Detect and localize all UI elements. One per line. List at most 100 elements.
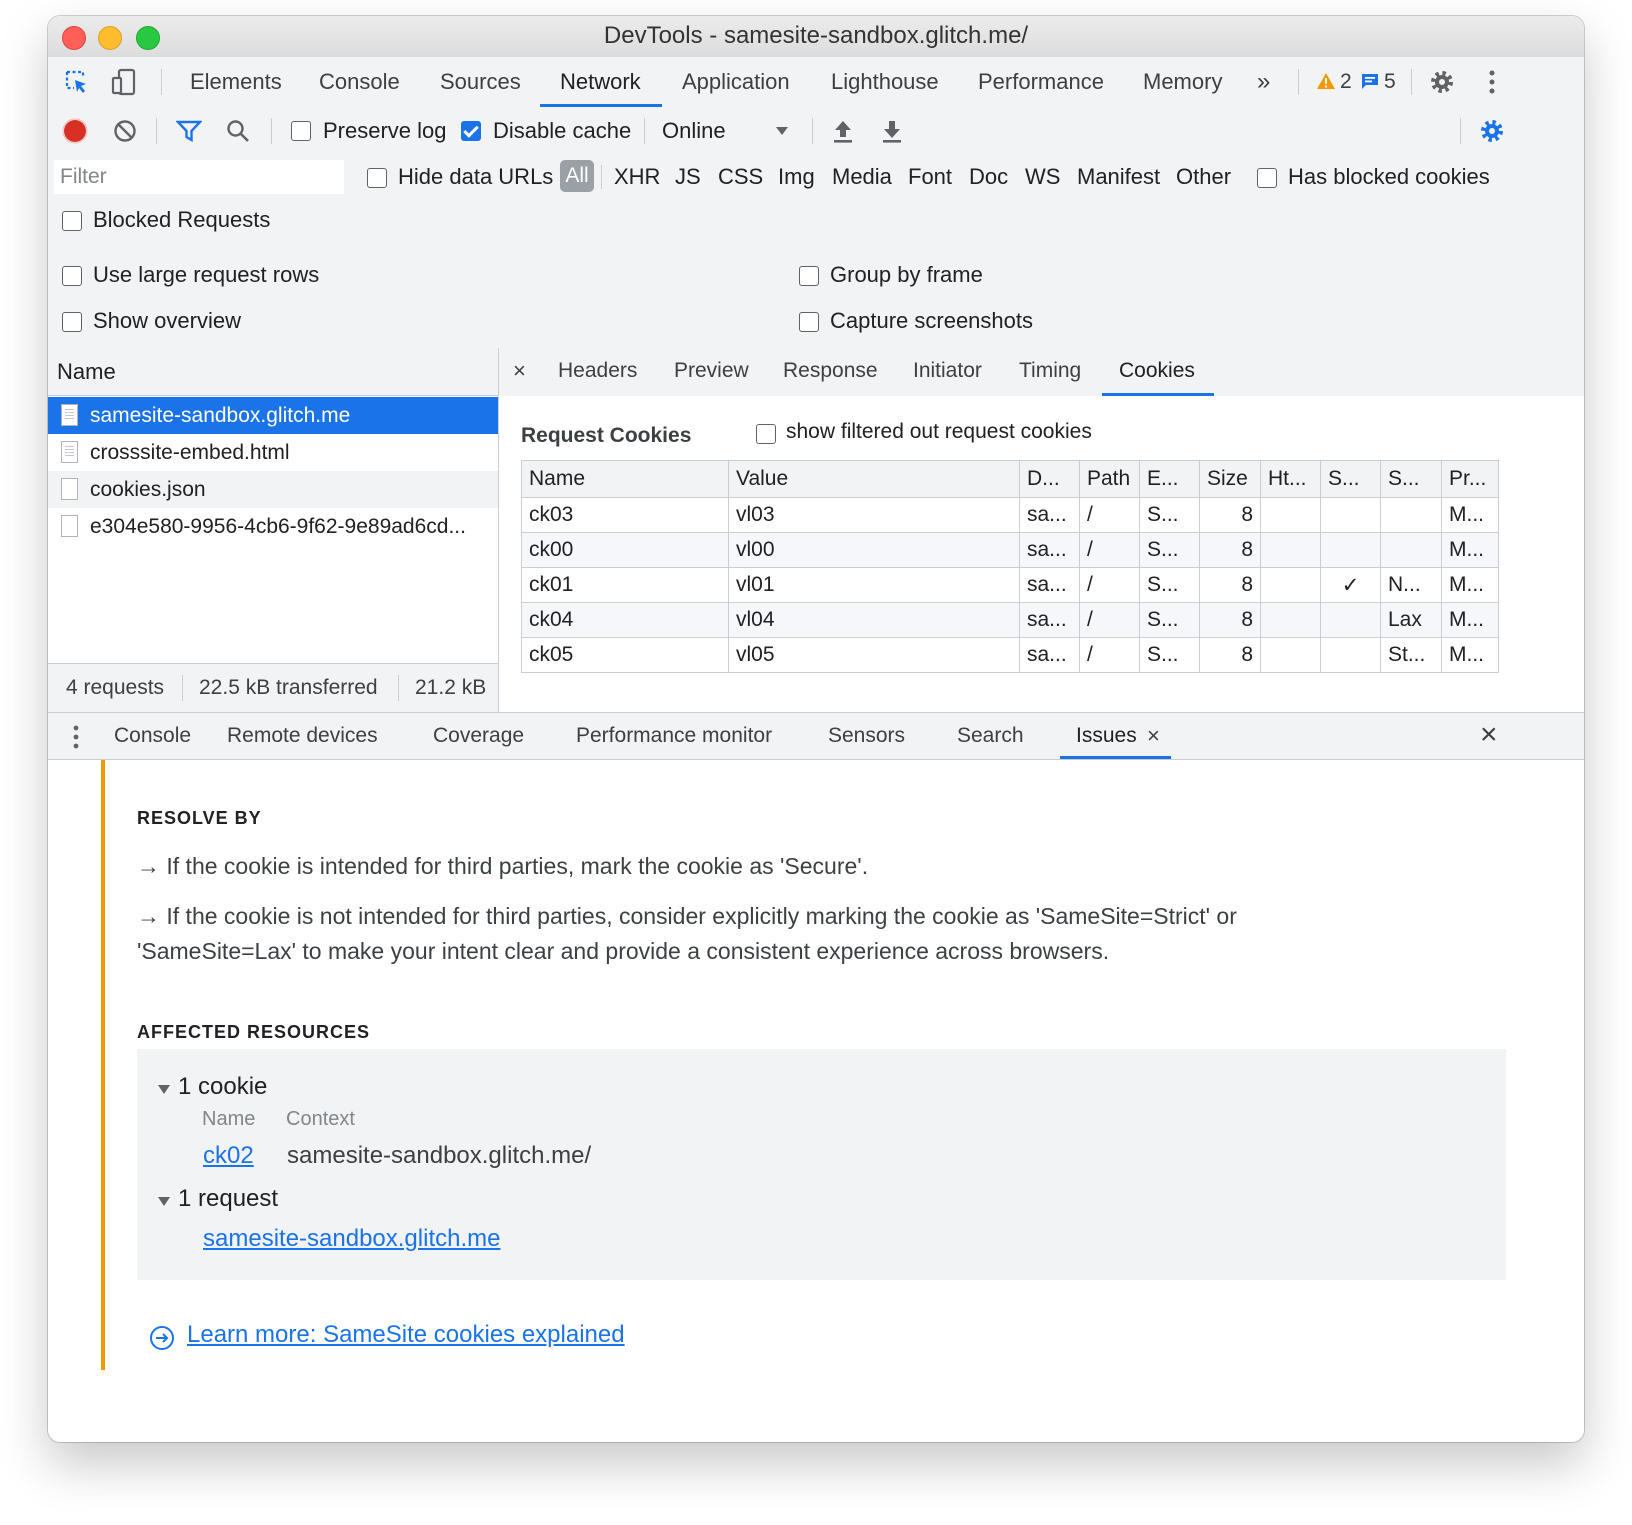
name-column-header[interactable]: Name — [48, 348, 498, 396]
column-header[interactable]: Size — [1199, 460, 1261, 498]
use-large-rows-checkbox[interactable] — [62, 266, 82, 286]
drawer-tab-search[interactable]: Search — [957, 713, 1024, 761]
group-by-frame-checkbox[interactable] — [799, 266, 819, 286]
column-header[interactable]: Value — [728, 460, 1020, 498]
learn-more-link[interactable]: Learn more: SameSite cookies explained — [187, 1321, 625, 1349]
chevron-down-icon[interactable] — [775, 126, 789, 136]
inspect-element-icon[interactable] — [64, 69, 90, 95]
capture-screenshots-checkbox[interactable] — [799, 312, 819, 332]
drawer-tab-performance-monitor[interactable]: Performance monitor — [576, 713, 772, 761]
tab-response[interactable]: Response — [783, 348, 878, 396]
filter-input[interactable] — [54, 160, 344, 194]
tab-sources[interactable]: Sources — [440, 57, 521, 107]
column-header[interactable]: D... — [1019, 460, 1080, 498]
table-row[interactable]: ck01 vl01 sa... / S... 8 ✓ N... M... — [521, 567, 1499, 603]
affected-requests-toggle[interactable]: 1 request — [178, 1185, 278, 1213]
request-row[interactable]: cookies.json — [48, 471, 498, 508]
drawer-tab-console[interactable]: Console — [114, 713, 191, 761]
request-row[interactable]: e304e580-9956-4cb6-9f62-9e89ad6cd... — [48, 508, 498, 545]
affected-cookies-toggle[interactable]: 1 cookie — [178, 1073, 267, 1101]
tab-application[interactable]: Application — [682, 57, 790, 107]
column-header[interactable]: E... — [1139, 460, 1200, 498]
clear-icon[interactable] — [113, 119, 137, 143]
search-icon[interactable] — [226, 119, 250, 143]
has-blocked-cookies-checkbox[interactable] — [1257, 168, 1277, 188]
blocked-requests-checkbox[interactable] — [62, 211, 82, 231]
request-count: 4 requests — [66, 676, 165, 699]
column-header[interactable]: S... — [1380, 460, 1442, 498]
type-filter-xhr[interactable]: XHR — [614, 164, 660, 190]
type-filter-doc[interactable]: Doc — [969, 164, 1008, 190]
table-row[interactable]: ck00 vl00 sa... / S... 8 M... — [521, 532, 1499, 568]
tab-initiator[interactable]: Initiator — [913, 348, 982, 396]
warning-icon — [1317, 73, 1335, 89]
tab-lighthouse[interactable]: Lighthouse — [831, 57, 939, 107]
drawer-menu-icon[interactable] — [72, 724, 80, 750]
tab-preview[interactable]: Preview — [674, 348, 749, 396]
expand-triangle-icon[interactable] — [157, 1196, 171, 1207]
drawer-tab-remote-devices[interactable]: Remote devices — [227, 713, 378, 761]
table-row[interactable]: ck03 vl03 sa... / S... 8 M... — [521, 497, 1499, 533]
type-filter-all[interactable]: All — [560, 160, 594, 192]
close-detail-button[interactable]: × — [513, 348, 526, 396]
show-overview-label: Show overview — [93, 308, 241, 333]
expand-triangle-icon[interactable] — [157, 1084, 171, 1095]
table-row[interactable]: ck05 vl05 sa... / S... 8 St... M... — [521, 637, 1499, 673]
more-tabs-button[interactable]: » — [1257, 57, 1270, 107]
throttling-select[interactable]: Online — [662, 118, 726, 144]
table-row[interactable]: ck04 vl04 sa... / S... 8 Lax M... — [521, 602, 1499, 638]
column-header[interactable]: Name — [521, 460, 729, 498]
close-issues-tab-icon[interactable]: × — [1147, 713, 1160, 761]
column-header[interactable]: Path — [1079, 460, 1140, 498]
record-icon[interactable] — [62, 118, 88, 144]
message-count[interactable]: 5 — [1384, 57, 1396, 107]
close-drawer-icon[interactable]: × — [1480, 713, 1498, 761]
cookies-table: Name Value D... Path E... Size Ht... S..… — [521, 460, 1499, 673]
capture-screenshots-label: Capture screenshots — [830, 308, 1033, 333]
column-header[interactable]: Pr... — [1441, 460, 1499, 498]
show-filtered-label: show filtered out request cookies — [786, 420, 1092, 443]
active-drawer-tab-indicator — [1060, 756, 1171, 759]
type-filter-css[interactable]: CSS — [718, 164, 763, 190]
affected-cookie-link[interactable]: ck02 — [203, 1142, 254, 1170]
device-toolbar-icon[interactable] — [110, 68, 138, 96]
tab-network[interactable]: Network — [560, 57, 641, 107]
settings-gear-icon[interactable] — [1429, 69, 1455, 95]
type-filter-img[interactable]: Img — [778, 164, 815, 190]
network-settings-icon[interactable] — [1479, 118, 1505, 144]
type-filter-media[interactable]: Media — [832, 164, 892, 190]
type-filter-ws[interactable]: WS — [1025, 164, 1060, 190]
affected-cookie-context: samesite-sandbox.glitch.me/ — [287, 1142, 592, 1169]
type-filter-js[interactable]: JS — [675, 164, 701, 190]
show-filtered-checkbox[interactable] — [756, 424, 776, 444]
affected-request-link[interactable]: samesite-sandbox.glitch.me — [203, 1225, 500, 1253]
preserve-log-checkbox[interactable] — [291, 121, 311, 141]
tab-performance[interactable]: Performance — [978, 57, 1104, 107]
drawer-tab-sensors[interactable]: Sensors — [828, 713, 905, 761]
type-filter-font[interactable]: Font — [908, 164, 952, 190]
warning-count[interactable]: 2 — [1340, 57, 1352, 107]
tab-elements[interactable]: Elements — [190, 57, 282, 107]
filter-icon[interactable] — [176, 120, 202, 142]
type-filter-other[interactable]: Other — [1176, 164, 1231, 190]
show-overview-checkbox[interactable] — [62, 312, 82, 332]
type-filter-manifest[interactable]: Manifest — [1077, 164, 1160, 190]
tab-memory[interactable]: Memory — [1143, 57, 1222, 107]
request-row[interactable]: samesite-sandbox.glitch.me — [48, 397, 498, 434]
import-har-icon[interactable] — [832, 118, 854, 144]
title-bar: DevTools - samesite-sandbox.glitch.me/ — [48, 16, 1584, 58]
tab-console[interactable]: Console — [319, 57, 400, 107]
transferred-size: 22.5 kB transferred — [199, 676, 378, 699]
export-har-icon[interactable] — [881, 118, 903, 144]
drawer-tab-issues[interactable]: Issues — [1076, 713, 1137, 761]
tab-timing[interactable]: Timing — [1019, 348, 1081, 396]
request-row[interactable]: crosssite-embed.html — [48, 434, 498, 471]
tab-cookies[interactable]: Cookies — [1119, 348, 1195, 396]
hide-data-urls-checkbox[interactable] — [367, 168, 387, 188]
more-options-icon[interactable] — [1488, 69, 1496, 95]
column-header[interactable]: S... — [1320, 460, 1381, 498]
disable-cache-checkbox[interactable] — [461, 121, 481, 141]
drawer-tab-coverage[interactable]: Coverage — [433, 713, 524, 761]
tab-headers[interactable]: Headers — [558, 348, 637, 396]
column-header[interactable]: Ht... — [1260, 460, 1321, 498]
